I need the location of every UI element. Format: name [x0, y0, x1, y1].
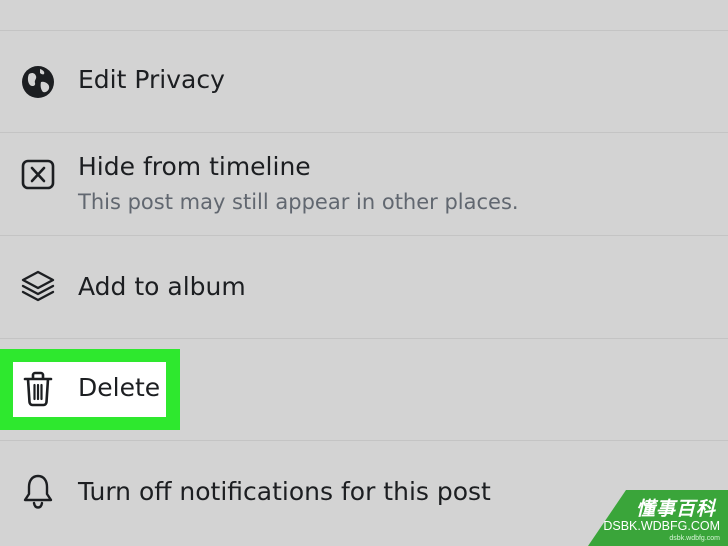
- trash-icon: [18, 369, 58, 409]
- menu-item-delete[interactable]: Delete: [0, 349, 728, 430]
- bell-icon: [18, 471, 58, 511]
- divider: [0, 338, 728, 339]
- menu-item-label: Edit Privacy: [78, 65, 225, 94]
- watermark-url: DSBK.WDBFG.COM: [603, 519, 720, 533]
- menu-item-label: Turn off notifications for this post: [78, 477, 491, 506]
- close-box-icon: [18, 154, 58, 194]
- menu-item-add-to-album[interactable]: Add to album: [0, 236, 728, 338]
- menu-item-description: This post may still appear in other plac…: [78, 190, 519, 214]
- layers-icon: [18, 267, 58, 307]
- menu-item-label: Add to album: [78, 272, 246, 301]
- globe-icon: [18, 62, 58, 102]
- menu-item-label: Hide from timeline: [78, 152, 311, 181]
- watermark-title: 懂事百科: [635, 498, 716, 520]
- post-options-menu: Edit Privacy Hide from timeline This pos…: [0, 0, 728, 546]
- menu-item-edit-privacy[interactable]: Edit Privacy: [0, 31, 728, 132]
- menu-item-label: Delete: [78, 373, 161, 402]
- watermark-small-url: dsbk.wdbfg.com: [669, 535, 720, 542]
- menu-item-hide-from-timeline[interactable]: Hide from timeline This post may still a…: [0, 133, 728, 235]
- watermark-logo: 懂事百科 DSBK.WDBFG.COM dsbk.wdbfg.com: [588, 490, 728, 546]
